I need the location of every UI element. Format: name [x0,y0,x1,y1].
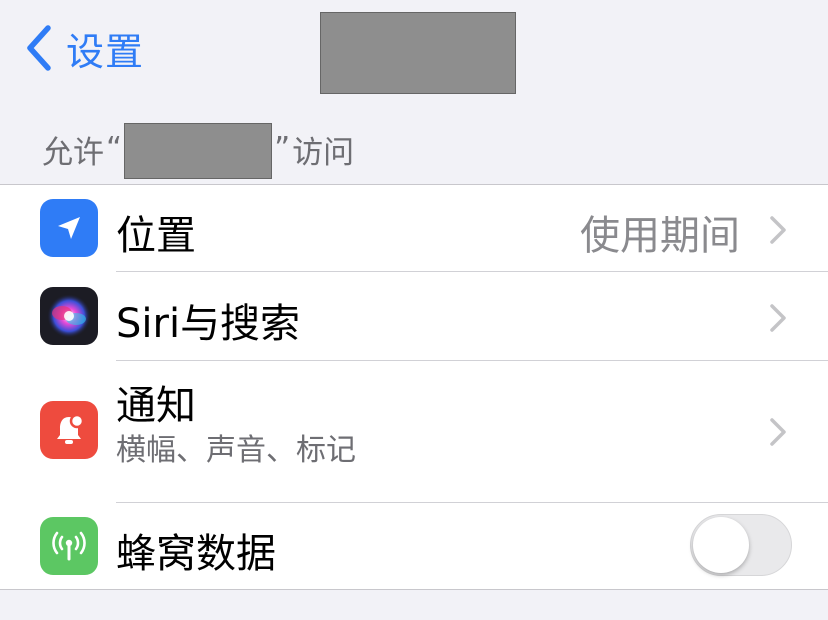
section-header: 允许 “ ” 访问 [42,123,355,179]
back-button-label: 设置 [66,29,145,74]
siri-icon [40,287,98,345]
list-item-subtitle: 横幅、声音、标记 [116,433,356,468]
list-item-title: 蜂窝数据 [116,531,276,577]
chevron-left-icon [27,25,51,71]
list-item-title: 位置 [116,213,196,259]
notification-bell-icon [40,401,98,459]
list-item-notifications[interactable]: 通知 横幅、声音、标记 [0,361,828,502]
redacted-app-name [124,123,273,179]
section-header-open-quote: “ [106,131,123,167]
list-item-location[interactable]: 位置 使用期间 [0,185,828,272]
list-item-title: Siri与搜索 [116,301,301,347]
chevron-right-icon [770,304,786,332]
section-header-close-quote: ” [274,131,291,167]
cellular-antenna-icon [40,517,98,575]
chevron-right-icon [770,216,786,244]
section-header-suffix: 访问 [292,134,355,171]
navigation-bar: 设置 [0,0,828,100]
redacted-page-title [320,12,516,94]
back-button[interactable]: 设置 [24,20,144,76]
list-item-value: 使用期间 [580,213,740,259]
cellular-data-toggle[interactable] [690,514,792,576]
section-header-prefix: 允许 [42,134,104,171]
toggle-knob [693,517,749,573]
location-arrow-icon [40,199,98,257]
list-item-title: 通知 [116,383,196,429]
list-item-siri[interactable]: Siri与搜索 [0,272,828,360]
chevron-right-icon [770,418,786,446]
